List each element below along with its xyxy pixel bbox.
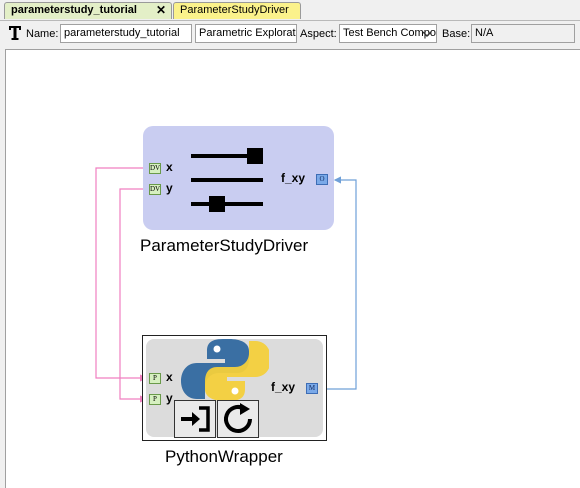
python-wrapper-block[interactable]: P x P y f_xy M [142, 335, 327, 441]
input-port-x[interactable]: P [149, 373, 161, 384]
input-port-y[interactable]: DV [149, 184, 161, 195]
python-wrapper-body [146, 339, 323, 438]
wire-x [95, 167, 148, 382]
python-logo-icon [181, 339, 269, 401]
input-port-y-label: y [166, 391, 173, 405]
driver-name-label: ParameterStudyDriver [140, 236, 309, 255]
sliders-icon [191, 148, 263, 212]
wrapper-name-label: PythonWrapper [165, 447, 283, 466]
import-button[interactable] [174, 400, 216, 438]
output-port-f-xy[interactable]: M [306, 383, 318, 394]
input-port-x[interactable]: DV [149, 163, 161, 174]
output-port-label: f_xy [271, 380, 296, 394]
input-port-x-label: x [166, 370, 173, 384]
parameter-study-driver-block[interactable]: DV x DV y f_xy O [143, 126, 334, 230]
input-port-y-label: y [166, 181, 173, 195]
refresh-button[interactable] [217, 400, 259, 438]
refresh-icon [224, 403, 252, 433]
output-port-label: f_xy [281, 171, 306, 185]
output-port-f-xy[interactable]: O [316, 174, 328, 185]
import-icon [181, 406, 210, 432]
input-port-y[interactable]: P [149, 394, 161, 405]
input-port-x-label: x [166, 160, 173, 174]
